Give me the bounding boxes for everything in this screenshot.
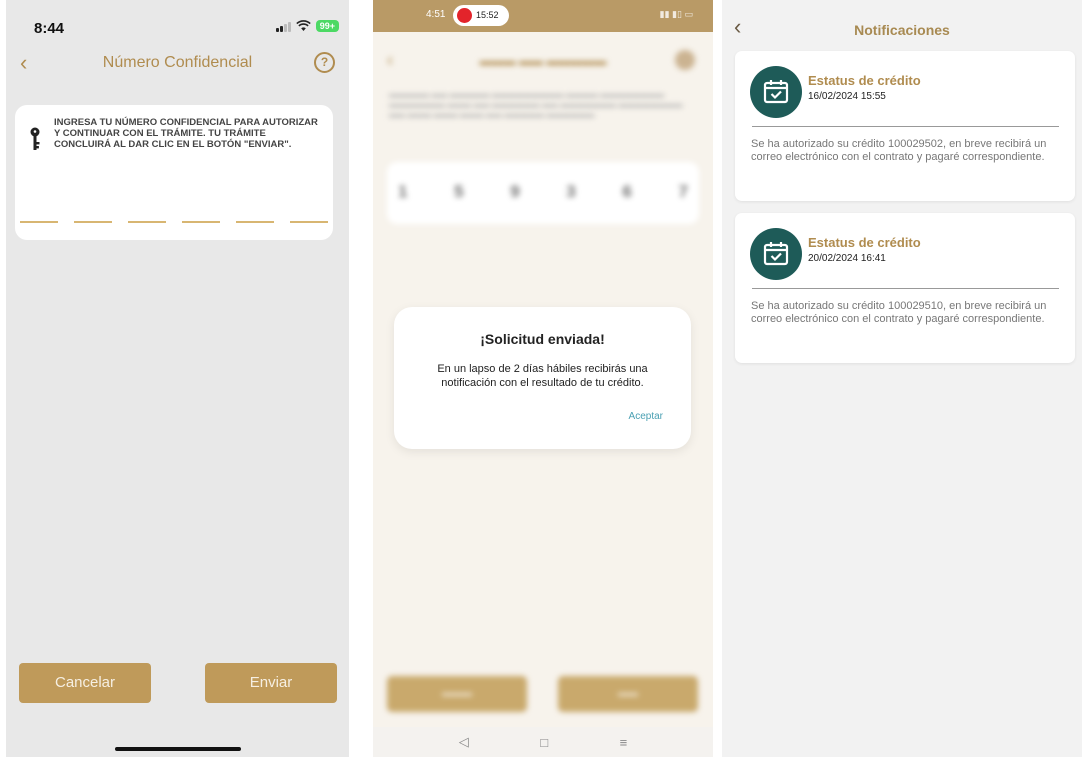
nav-bar: ‹ Número Confidencial ? bbox=[6, 50, 349, 78]
notification-title: Estatus de crédito bbox=[808, 73, 921, 88]
pin-digit: 5 bbox=[454, 182, 464, 201]
back-triangle-icon[interactable]: ◁ bbox=[459, 734, 469, 750]
blurred-instructions: ▬▬▬▬▬ ▬▬ ▬▬▬▬▬ ▬▬▬▬▬▬▬▬▬ ▬▬▬▬ ▬▬▬▬▬▬▬▬ ▬… bbox=[389, 90, 683, 119]
status-icons: 99+ bbox=[275, 20, 339, 32]
pin-slot[interactable] bbox=[236, 221, 274, 223]
pin-slot[interactable] bbox=[74, 221, 112, 223]
divider bbox=[752, 288, 1059, 289]
home-indicator[interactable] bbox=[115, 747, 241, 751]
screen-confidential-number: 8:44 99+ ‹ Número Confidencial ? INGRESA… bbox=[6, 0, 349, 757]
pin-slot[interactable] bbox=[182, 221, 220, 223]
record-icon bbox=[457, 8, 472, 23]
pin-card: INGRESA TU NÚMERO CONFIDENCIAL PARA AUTO… bbox=[15, 105, 333, 240]
cancel-button[interactable]: Cancelar bbox=[19, 663, 151, 703]
status-time: 8:44 bbox=[34, 20, 65, 37]
wifi-icon bbox=[295, 20, 311, 31]
success-dialog: ¡Solicitud enviada! En un lapso de 2 día… bbox=[394, 307, 691, 449]
pin-slot[interactable] bbox=[20, 221, 58, 223]
pin-digit: 1 bbox=[398, 182, 408, 201]
blurred-pin-digits: 1 5 9 3 6 7 bbox=[398, 182, 688, 202]
status-time: 4:51 bbox=[426, 9, 446, 20]
dialog-title: ¡Solicitud enviada! bbox=[480, 331, 605, 347]
recording-pill: 15:52 bbox=[453, 5, 509, 26]
menu-lines-icon[interactable]: ≡ bbox=[620, 735, 628, 750]
send-button[interactable]: Enviar bbox=[205, 663, 337, 703]
signal-icon bbox=[275, 21, 291, 32]
pin-input[interactable] bbox=[20, 221, 328, 223]
blurred-cancel-button: ▬▬▬ bbox=[387, 676, 527, 712]
calendar-check-icon bbox=[750, 228, 802, 280]
android-nav-bar: ◁ □ ≡ bbox=[373, 727, 713, 757]
accept-button[interactable]: Aceptar bbox=[629, 411, 663, 422]
nav-bar: ‹ Notificaciones bbox=[722, 14, 1082, 44]
question-circle-icon[interactable]: ? bbox=[314, 52, 335, 73]
home-square-icon[interactable]: □ bbox=[540, 735, 548, 750]
blurred-nav-bar: ‹ ▬▬▬ ▬▬ ▬▬▬▬▬ bbox=[373, 50, 713, 70]
page-title: Notificaciones bbox=[854, 22, 950, 38]
pin-slot[interactable] bbox=[290, 221, 328, 223]
help-icon bbox=[675, 50, 695, 70]
dialog-message: En un lapso de 2 días hábiles recibirás … bbox=[437, 363, 648, 389]
notification-body: Se ha autorizado su crédito 100029502, e… bbox=[751, 138, 1047, 163]
divider bbox=[752, 126, 1059, 127]
status-icons: ▮▮ ▮▯ ▭ bbox=[659, 9, 693, 19]
notification-date: 16/02/2024 15:55 bbox=[808, 91, 886, 102]
notification-body: Se ha autorizado su crédito 100029510, e… bbox=[751, 300, 1047, 325]
status-bar: 4:51 15:52 ▮▮ ▮▯ ▭ bbox=[373, 0, 713, 32]
notification-date: 20/02/2024 16:41 bbox=[808, 253, 886, 264]
blurred-title: ▬▬▬ ▬▬ ▬▬▬▬▬ bbox=[479, 54, 607, 68]
status-bar: 8:44 99+ bbox=[34, 18, 339, 38]
page-title: Número Confidencial bbox=[102, 54, 253, 71]
calendar-check-icon bbox=[750, 66, 802, 118]
notification-title: Estatus de crédito bbox=[808, 235, 921, 250]
screen-notifications: ‹ Notificaciones Estatus de crédito 16/0… bbox=[722, 0, 1082, 757]
pin-digit: 9 bbox=[510, 182, 520, 201]
blurred-send-button: ▬▬ bbox=[558, 676, 698, 712]
pin-digit: 3 bbox=[566, 182, 576, 201]
pin-instructions: INGRESA TU NÚMERO CONFIDENCIAL PARA AUTO… bbox=[54, 117, 318, 150]
pin-slot[interactable] bbox=[128, 221, 166, 223]
battery-icon: 99+ bbox=[315, 20, 339, 32]
pin-digit: 6 bbox=[622, 182, 632, 201]
notification-card[interactable]: Estatus de crédito 16/02/2024 15:55 Se h… bbox=[735, 51, 1075, 201]
screen-request-sent: 4:51 15:52 ▮▮ ▮▯ ▭ ‹ ▬▬▬ ▬▬ ▬▬▬▬▬ ▬▬▬▬▬ … bbox=[373, 0, 713, 757]
pin-digit: 7 bbox=[678, 182, 688, 201]
recording-time: 15:52 bbox=[476, 10, 499, 20]
notification-card[interactable]: Estatus de crédito 20/02/2024 16:41 Se h… bbox=[735, 213, 1075, 363]
key-icon bbox=[30, 127, 40, 150]
